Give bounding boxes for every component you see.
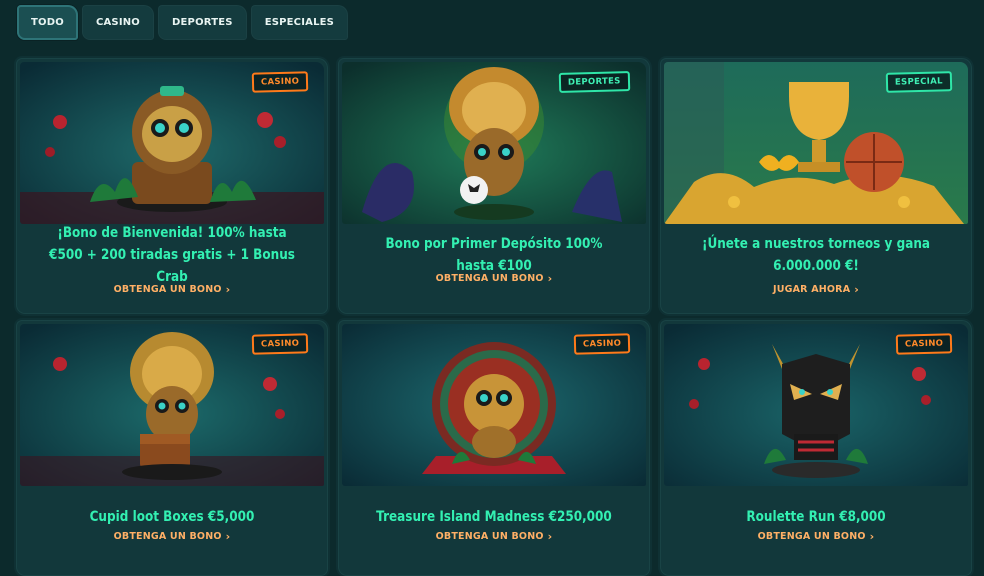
chevron-right-icon: › (869, 530, 875, 543)
promo-title: ¡Bono de Bienvenida! 100% hasta €500 + 2… (49, 225, 295, 285)
tab-deportes[interactable]: DEPORTES (158, 5, 247, 40)
chevron-right-icon: › (854, 283, 859, 296)
chevron-right-icon: › (225, 283, 231, 296)
chevron-right-icon: › (547, 530, 553, 543)
chevron-right-icon: › (547, 272, 553, 285)
promo-cta-link[interactable]: OBTENGA UN BONO › (16, 284, 328, 295)
promo-cta-link[interactable]: OBTENGA UN BONO › (16, 531, 328, 542)
promo-card[interactable]: ESPECIAL ¡Únete a nuestros torneos y gan… (660, 58, 972, 314)
cta-label: OBTENGA UN BONO (113, 531, 222, 542)
category-badge: CASINO (251, 71, 309, 93)
promo-cta-link[interactable]: OBTENGA UN BONO › (660, 531, 972, 542)
tab-todo[interactable]: TODO (17, 5, 78, 40)
category-tabs: TODO CASINO DEPORTES ESPECIALES (17, 5, 349, 40)
category-badge: ESPECIAL (885, 71, 953, 93)
promo-card[interactable]: CASINO ¡Bono de Bienvenida! 100% hasta €… (16, 58, 328, 314)
promo-card[interactable]: CASINO Treasure Island Madness €250,000 … (338, 320, 650, 576)
cta-label: OBTENGA UN BONO (435, 273, 544, 284)
promo-card[interactable]: DEPORTES Bono por Primer Depósito 100% h… (338, 58, 650, 314)
category-badge: CASINO (895, 333, 953, 355)
category-badge: DEPORTES (559, 71, 631, 93)
cta-label: JUGAR AHORA (772, 284, 851, 295)
cta-label: OBTENGA UN BONO (435, 531, 544, 542)
cta-label: OBTENGA UN BONO (757, 531, 866, 542)
promo-cta-link[interactable]: OBTENGA UN BONO › (338, 273, 650, 284)
tab-especiales[interactable]: ESPECIALES (250, 5, 349, 40)
promo-title: ¡Únete a nuestros torneos y gana 6.000.0… (701, 236, 931, 274)
promo-cta-link[interactable]: OBTENGA UN BONO › (338, 531, 650, 542)
promo-card[interactable]: CASINO Roulette Run €8,000 OBTENGA UN BO… (660, 320, 972, 576)
category-badge: CASINO (573, 333, 631, 355)
tab-casino[interactable]: CASINO (81, 5, 155, 40)
chevron-right-icon: › (225, 530, 231, 543)
promo-cta-link[interactable]: JUGAR AHORA › (660, 284, 972, 295)
promo-card[interactable]: CASINO Cupid loot Boxes €5,000 OBTENGA U… (16, 320, 328, 576)
next-row-edge (16, 566, 972, 572)
cta-label: OBTENGA UN BONO (113, 284, 222, 295)
category-badge: CASINO (251, 333, 309, 355)
